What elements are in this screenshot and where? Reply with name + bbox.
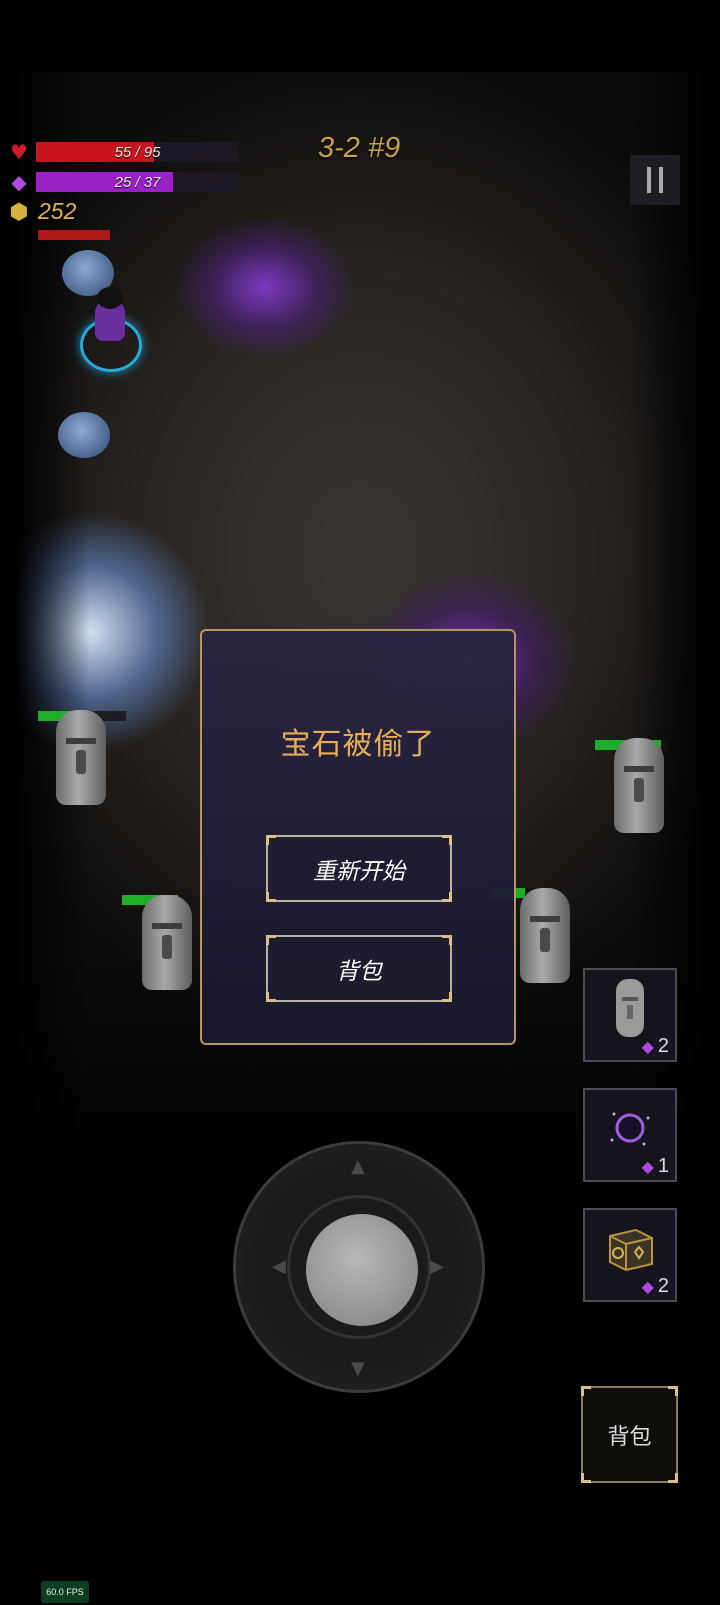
chevron-right-icon: ▶ xyxy=(430,1256,444,1277)
moai-statue xyxy=(614,738,664,833)
coin-icon: ⬢ xyxy=(9,199,29,225)
virtual-joystick[interactable]: ▲ ▼ ◀ ▶ xyxy=(233,1141,485,1393)
moai-statue xyxy=(520,888,570,983)
skill-count: 1 xyxy=(657,1155,669,1177)
vortex-icon xyxy=(600,1098,660,1162)
restart-button-label: 重新开始 xyxy=(313,858,405,885)
skill-slot-vortex[interactable]: ◆ 1 xyxy=(583,1088,677,1182)
player-character xyxy=(80,287,142,372)
fps-counter: 60.0 FPS xyxy=(41,1581,89,1603)
health-text: 55 / 95 xyxy=(114,143,161,161)
mana-text: 25 / 37 xyxy=(114,173,161,191)
skill-slot-statue[interactable]: ◆ 2 xyxy=(583,968,677,1062)
chevron-up-icon: ▲ xyxy=(351,1156,365,1177)
gem-icon: ◆ xyxy=(641,1278,654,1296)
skill-count: 2 xyxy=(657,1275,669,1297)
dialog-title: 宝石被偷了 xyxy=(280,727,436,762)
stage-label: 3-2 #9 xyxy=(318,132,401,164)
crate-icon xyxy=(602,1220,658,1280)
spider-enemy xyxy=(58,412,110,458)
chevron-down-icon: ▼ xyxy=(351,1358,365,1379)
statue-icon xyxy=(610,977,650,1043)
gem-icon: ◆ xyxy=(641,1038,654,1056)
skill-slot-crate[interactable]: ◆ 2 xyxy=(583,1208,677,1302)
pause-icon xyxy=(647,167,651,193)
dialog-backpack-label: 背包 xyxy=(336,958,382,985)
gem-icon: ◆ xyxy=(641,1158,654,1176)
skill-count: 2 xyxy=(657,1035,669,1057)
gem-icon: ◆ xyxy=(11,170,27,194)
chevron-left-icon: ◀ xyxy=(272,1256,286,1277)
backpack-label: 背包 xyxy=(607,1424,652,1450)
restart-button[interactable]: 重新开始 xyxy=(266,835,452,902)
dialog-backpack-button[interactable]: 背包 xyxy=(266,935,452,1002)
gold-count: 252 xyxy=(38,198,77,224)
pause-button[interactable] xyxy=(630,155,680,205)
heart-icon: ♥ xyxy=(10,140,28,164)
health-bar: 55 / 95 xyxy=(36,142,239,162)
game-over-dialog: 宝石被偷了 重新开始 背包 xyxy=(200,629,516,1045)
mana-bar: 25 / 37 xyxy=(36,172,239,192)
moai-statue xyxy=(56,710,106,805)
moai-statue xyxy=(142,895,192,990)
backpack-button[interactable]: 背包 xyxy=(581,1386,678,1483)
joystick-knob[interactable] xyxy=(306,1214,418,1326)
enemy-health-bar xyxy=(38,230,126,240)
